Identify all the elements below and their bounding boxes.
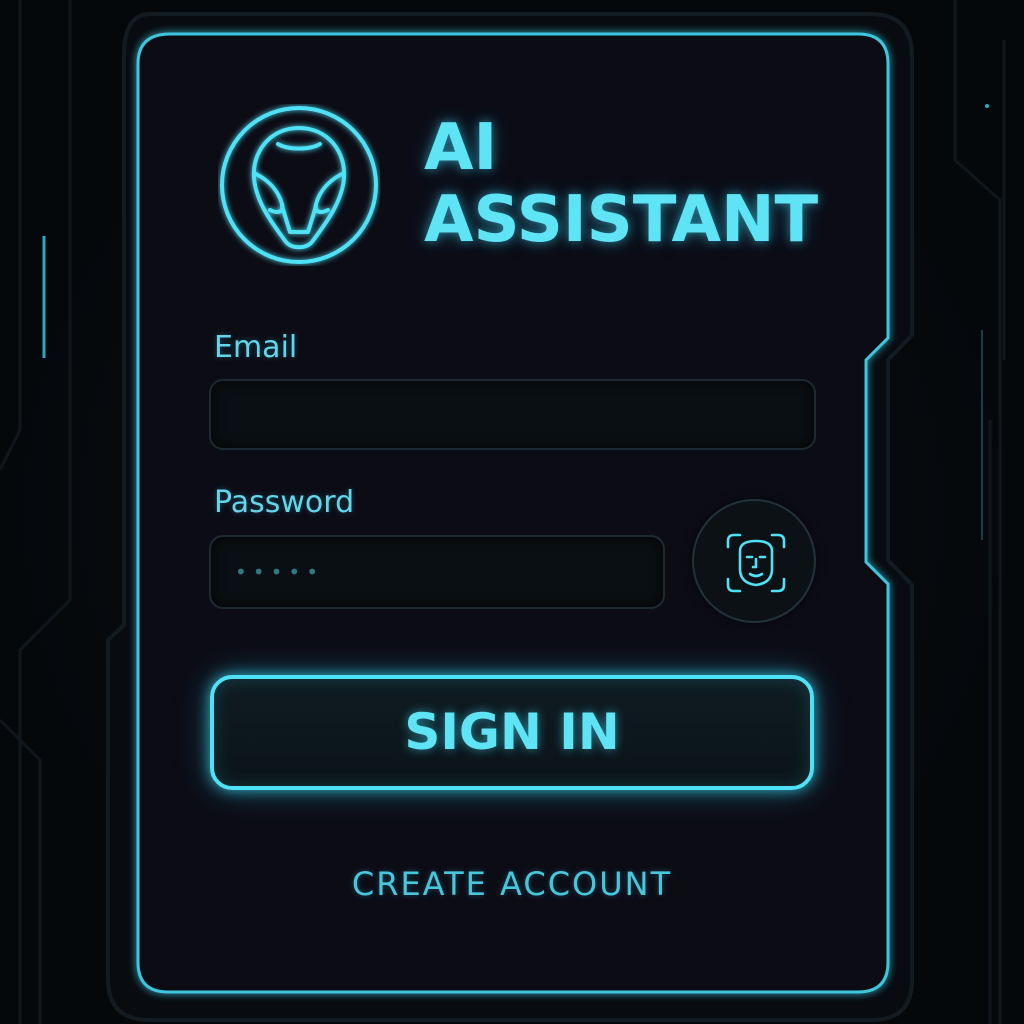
face-id-icon bbox=[726, 533, 786, 593]
email-field[interactable] bbox=[209, 379, 816, 450]
app-title-line1: AI bbox=[424, 111, 498, 185]
app-title-line2: ASSISTANT bbox=[424, 183, 819, 257]
email-label: Email bbox=[214, 330, 298, 365]
alien-head-logo-icon bbox=[218, 104, 380, 266]
face-id-button[interactable] bbox=[692, 499, 816, 623]
create-account-link[interactable]: CREATE ACCOUNT bbox=[312, 862, 712, 906]
password-label: Password bbox=[214, 485, 355, 520]
sign-in-button[interactable]: SIGN IN bbox=[210, 675, 814, 790]
app-title: AI ASSISTANT bbox=[424, 112, 818, 256]
password-field[interactable] bbox=[209, 535, 665, 609]
login-screen: AI ASSISTANT Email Password SIGN IN CREA… bbox=[0, 0, 1024, 1024]
